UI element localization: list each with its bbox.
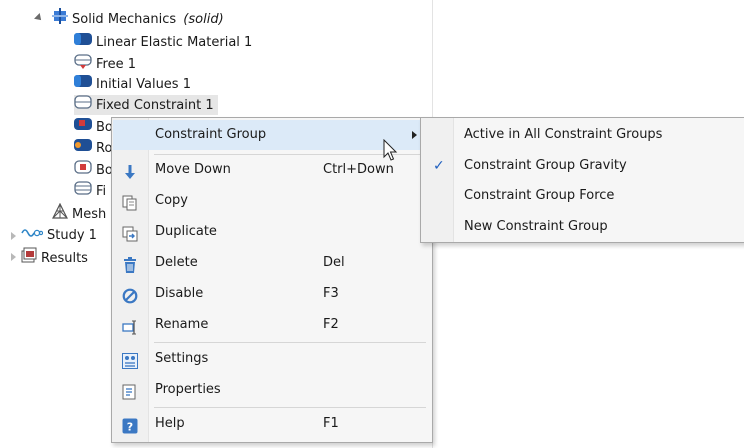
menu-item-shortcut: Del <box>323 255 345 270</box>
study-icon <box>21 226 44 246</box>
settings-icon <box>122 351 138 369</box>
tree-node-label: Results <box>41 250 88 266</box>
tree-node-label: Fixed Constraint 1 <box>96 97 214 113</box>
submenu-item-force[interactable]: Constraint Group Force <box>422 181 744 211</box>
tree-node-fixed-constraint[interactable]: Fixed Constraint 1 <box>74 95 218 115</box>
menu-item-label: Duplicate <box>155 224 217 239</box>
menu-item-copy[interactable]: Copy <box>113 186 431 216</box>
menu-item-label: Move Down <box>155 162 231 177</box>
checkmark-icon: ✓ <box>433 158 445 174</box>
tree-node-initial-values[interactable]: Initial Values 1 <box>74 74 191 94</box>
constraint-group-submenu: Active in All Constraint Groups ✓ Constr… <box>420 117 744 243</box>
mouse-pointer-icon <box>383 138 399 167</box>
arrow-down-icon <box>122 162 138 179</box>
menu-item-shortcut: F1 <box>323 416 339 431</box>
body-load-icon <box>74 160 92 181</box>
duplicate-icon <box>122 224 138 242</box>
menu-item-label: Constraint Group Force <box>464 188 615 203</box>
menu-item-label: Delete <box>155 255 198 270</box>
menu-item-label: Settings <box>155 351 209 366</box>
tree-node-study[interactable]: Study 1 <box>21 226 97 246</box>
menu-item-label: New Constraint Group <box>464 219 608 234</box>
submenu-arrow-icon <box>412 131 417 139</box>
menu-item-shortcut: F3 <box>323 286 339 301</box>
tree-node-free[interactable]: Free 1 <box>74 53 136 73</box>
tree-node-fixed[interactable]: Fi <box>74 181 106 201</box>
menu-item-label: Constraint Group <box>155 127 267 142</box>
expand-toggle-results[interactable] <box>11 253 16 261</box>
expand-toggle-study[interactable] <box>11 232 16 240</box>
tree-node-boundary-load[interactable]: Bo <box>74 117 113 137</box>
menu-item-label: Copy <box>155 193 188 208</box>
menu-item-rename[interactable]: Rename F2 <box>113 310 431 340</box>
tree-node-label: Linear Elastic Material 1 <box>96 34 253 50</box>
tree-node-linear-elastic-material[interactable]: Linear Elastic Material 1 <box>74 32 252 52</box>
properties-icon <box>122 382 138 400</box>
submenu-item-new-group[interactable]: New Constraint Group <box>422 212 744 242</box>
tree-node-label: Solid Mechanics <box>72 11 177 27</box>
help-icon: ? <box>122 416 138 434</box>
menu-item-shortcut: F2 <box>323 317 339 332</box>
fixed-constraint-icon <box>74 95 92 116</box>
tree-node-label: Mesh <box>72 206 107 222</box>
results-icon <box>21 247 37 270</box>
initial-values-icon <box>74 74 92 95</box>
menu-item-help[interactable]: ? Help F1 <box>113 409 431 439</box>
menu-item-label: Rename <box>155 317 209 332</box>
trash-icon <box>122 255 138 273</box>
boundary-load-icon <box>74 117 92 138</box>
copy-icon <box>122 193 138 211</box>
tree-node-solid-mechanics[interactable]: Solid Mechanics (solid) <box>52 8 224 28</box>
menu-item-label: Help <box>155 416 185 431</box>
free-icon <box>74 53 92 76</box>
menu-item-properties[interactable]: Properties <box>113 375 431 405</box>
tree-node-label: Ro <box>96 140 113 156</box>
tree-node-label: Free 1 <box>96 56 136 72</box>
rename-icon <box>122 317 138 335</box>
menu-item-delete[interactable]: Delete Del <box>113 248 431 278</box>
expand-toggle-solid-mechanics[interactable] <box>34 13 44 23</box>
menu-item-duplicate[interactable]: Duplicate <box>113 217 431 247</box>
solid-mechanics-icon <box>52 8 68 31</box>
menu-item-disable[interactable]: Disable F3 <box>113 279 431 309</box>
tree-node-label: Study 1 <box>47 228 97 243</box>
menu-item-settings[interactable]: Settings <box>113 344 431 374</box>
tree-node-qualifier: (solid) <box>183 11 224 27</box>
submenu-item-gravity[interactable]: ✓ Constraint Group Gravity <box>422 151 744 181</box>
material-icon <box>74 32 92 53</box>
mesh-icon <box>52 202 68 226</box>
menu-item-label: Constraint Group Gravity <box>464 158 627 173</box>
tree-node-body-load[interactable]: Bo <box>74 160 113 180</box>
tree-node-label: Initial Values 1 <box>96 76 191 92</box>
disable-icon <box>122 286 138 304</box>
tree-node-rotation[interactable]: Ro <box>74 138 112 158</box>
menu-separator <box>154 342 426 343</box>
fixed-icon <box>74 181 92 202</box>
menu-item-label: Properties <box>155 382 221 397</box>
tree-node-results[interactable]: Results <box>21 247 88 267</box>
submenu-item-active-in-all[interactable]: Active in All Constraint Groups <box>422 120 744 150</box>
menu-item-label: Active in All Constraint Groups <box>464 127 663 142</box>
tree-node-mesh[interactable]: Mesh <box>52 202 107 226</box>
tree-node-label: Fi <box>96 183 107 199</box>
menu-separator <box>154 407 426 408</box>
menu-item-label: Disable <box>155 286 204 301</box>
svg-text:?: ? <box>127 421 133 434</box>
rotation-icon <box>74 138 92 159</box>
